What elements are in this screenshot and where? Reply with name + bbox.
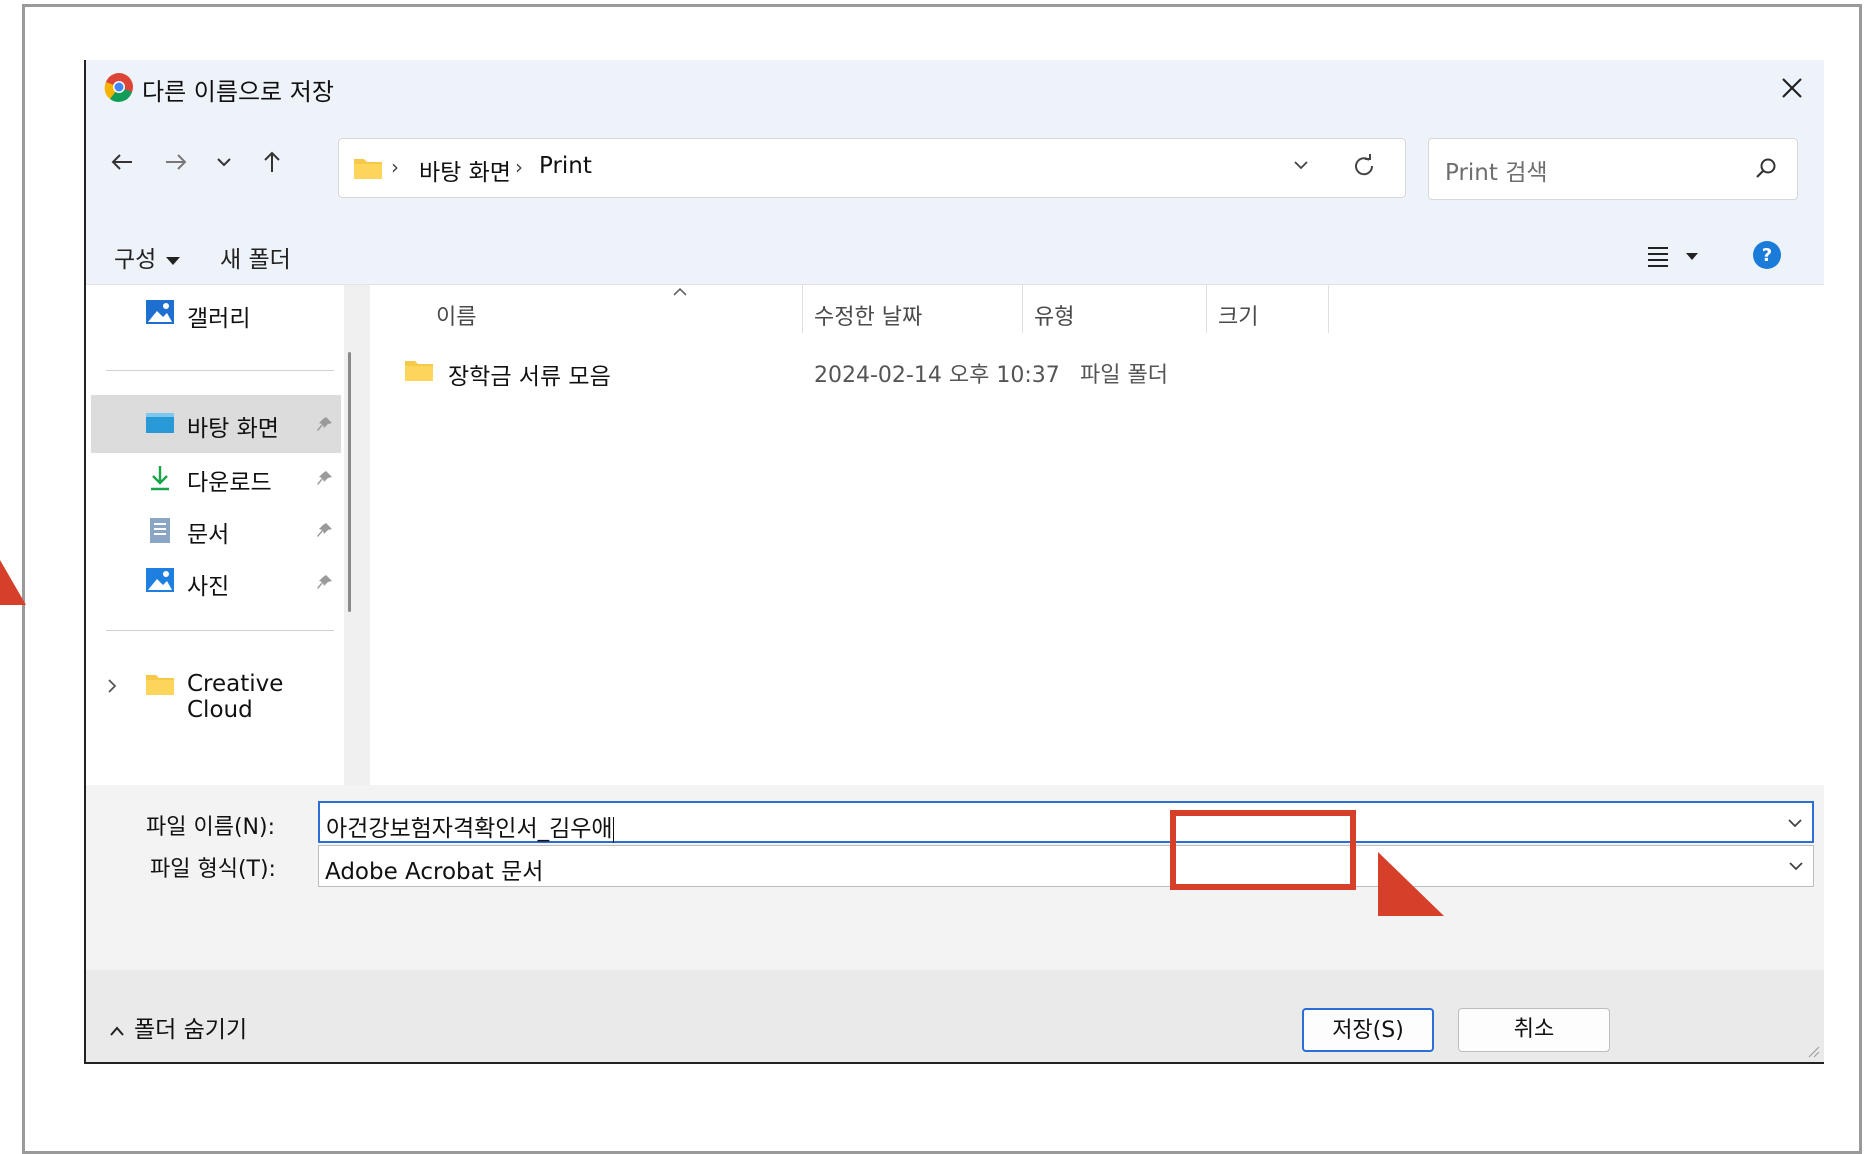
column-header-size[interactable]: 크기 [1218,299,1258,331]
chevron-right-icon[interactable] [105,677,119,695]
command-bar: 구성 새 폴더 ? [86,226,1824,285]
sidebar-divider [106,370,334,371]
title-bar: 다른 이름으로 저장 [86,60,1824,116]
column-divider[interactable] [1206,285,1207,333]
sidebar-scrollbar-thumb[interactable] [348,352,351,612]
text-cursor [612,816,614,843]
cancel-button[interactable]: 취소 [1458,1008,1610,1052]
folder-icon [405,361,433,381]
up-button[interactable] [252,142,292,182]
chevron-down-icon[interactable] [1787,858,1805,874]
filename-field[interactable]: 아건강보험자격확인서_김우애 [318,801,1814,843]
search-box[interactable]: Print 검색 [1428,138,1798,200]
sidebar-item-label: 문서 [187,522,230,548]
filename-label: 파일 이름(N): [146,815,275,840]
refresh-icon[interactable] [1351,153,1377,179]
chrome-icon [104,73,133,102]
filetype-label: 파일 형식(T): [150,857,276,882]
sidebar-item-creative-cloud[interactable]: Creative Cloud [91,657,341,723]
close-icon [1782,78,1802,98]
filename-input: 아건강보험자격확인서_김우애 [326,816,614,843]
breadcrumb-desktop[interactable]: 바탕 화면 [419,153,511,187]
column-header-date[interactable]: 수정한 날짜 [814,299,922,331]
sidebar-item-documents[interactable]: 문서 [91,501,341,559]
column-header-type[interactable]: 유형 [1034,299,1074,331]
breadcrumb-print[interactable]: Print [539,153,592,179]
file-type: 파일 폴더 [1080,363,1168,388]
svg-text:?: ? [1762,245,1772,266]
caret-down-icon [166,256,181,265]
chevron-down-icon[interactable] [1786,815,1804,831]
sort-ascending-icon [673,287,687,296]
view-options-icon[interactable] [1646,244,1706,268]
document-icon [150,518,170,543]
sidebar-divider [106,630,334,631]
pictures-icon [146,568,174,592]
search-input[interactable]: Print 검색 [1445,153,1548,187]
filetype-select[interactable]: Adobe Acrobat 문서 [318,845,1814,887]
chevron-down-icon [217,158,231,167]
chevron-down-icon[interactable] [1291,155,1311,175]
sidebar-item-label: 다운로드 [187,470,272,496]
arrow-up-icon [264,151,280,172]
file-date: 2024-02-14 오후 10:37 [814,363,1060,388]
pointer-arrow-save [1378,852,1444,916]
column-divider[interactable] [1022,285,1023,333]
dialog-footer: 폴더 숨기기 저장(S) 취소 [86,970,1824,1062]
download-icon [151,466,169,491]
filetype-value: Adobe Acrobat 문서 [325,859,544,885]
resize-grip-icon[interactable] [1806,1044,1820,1058]
save-button[interactable]: 저장(S) [1302,1008,1434,1052]
navigation-pane: 갤러리 바탕 화면 다운로드 문서 사진 Creative Cloud [86,285,344,785]
back-button[interactable] [102,142,142,182]
pin-icon [317,471,332,485]
save-as-dialog: 다른 이름으로 저장 › 바탕 화면 › Print Print 검색 구성 새… [84,60,1824,1064]
pin-icon [317,417,332,431]
organize-menu[interactable]: 구성 [114,240,181,274]
desktop-icon [146,413,174,433]
breadcrumb-separator: › [391,155,399,179]
pin-icon [317,575,332,589]
file-list: 이름 수정한 날짜 유형 크기 장학금 서류 모음 2024-02-14 오후 … [372,285,1824,785]
forward-button[interactable] [156,142,196,182]
hide-folders-toggle[interactable]: 폴더 숨기기 [108,1010,247,1044]
folder-icon [146,675,174,695]
file-name: 장학금 서류 모음 [448,364,611,390]
chevron-up-icon [110,1025,124,1036]
address-bar[interactable]: › 바탕 화면 › Print [338,138,1406,198]
sidebar-item-label: 갤러리 [187,306,251,332]
sidebar-item-downloads[interactable]: 다운로드 [91,449,341,507]
sidebar-item-label: 사진 [187,574,230,600]
close-button[interactable] [1770,66,1814,110]
recent-locations-button[interactable] [204,142,244,182]
sidebar-item-pictures[interactable]: 사진 [91,553,341,611]
arrow-right-icon [166,154,187,170]
help-icon[interactable]: ? [1752,240,1782,270]
column-divider[interactable] [802,285,803,333]
navigation-bar: › 바탕 화면 › Print Print 검색 [86,116,1824,226]
pin-icon [317,523,332,537]
column-header-name[interactable]: 이름 [436,299,476,331]
arrow-left-icon [111,154,132,170]
breadcrumb-separator: › [515,155,523,179]
sidebar-item-label: Creative Cloud [187,671,284,723]
column-divider[interactable] [1328,285,1329,333]
pointer-arrow-left [0,560,26,605]
dialog-title: 다른 이름으로 저장 [142,78,334,106]
folder-icon [354,159,382,179]
search-icon[interactable] [1753,155,1779,181]
sidebar-item-gallery[interactable]: 갤러리 [91,285,341,343]
sidebar-item-label: 바탕 화면 [187,416,279,442]
gallery-icon [146,300,174,324]
sidebar-item-desktop[interactable]: 바탕 화면 [91,395,341,453]
new-folder-button[interactable]: 새 폴더 [220,240,291,274]
